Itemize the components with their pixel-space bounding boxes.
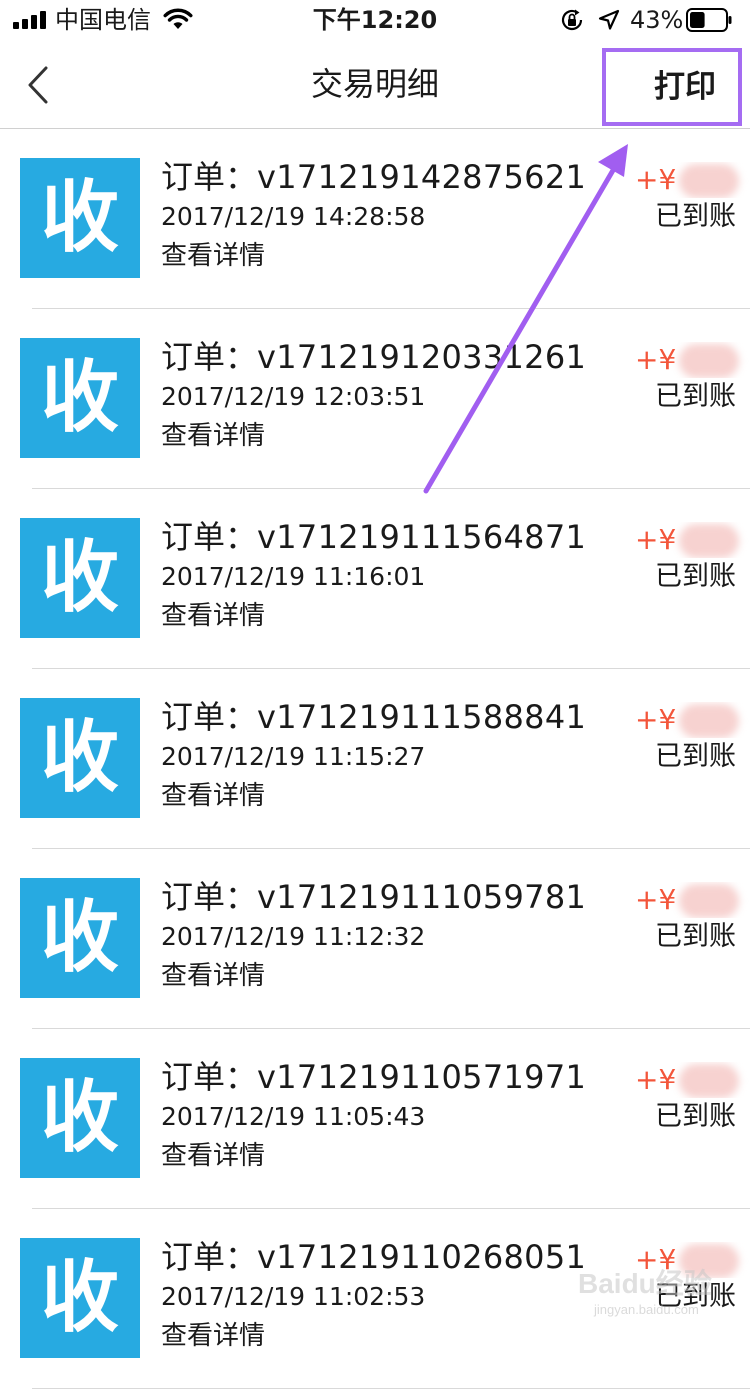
amount-prefix: +¥	[635, 883, 677, 916]
order-number: v171219110571971	[257, 1058, 587, 1096]
watermark-url: jingyan.baidu.com	[594, 1302, 699, 1317]
transaction-status: 已到账	[655, 921, 736, 952]
transaction-time: 2017/12/19 11:12:32	[161, 922, 426, 951]
view-details-link[interactable]: 查看详情	[161, 1319, 265, 1353]
order-number: v171219111588841	[257, 698, 587, 736]
transaction-row[interactable]: 收订单：v171219142875621 2017/12/19 14:28:58 查…	[0, 129, 750, 309]
transaction-status: 已到账	[655, 561, 736, 592]
order-line: 订单：v171219110268051	[161, 1237, 586, 1277]
view-details-link[interactable]: 查看详情	[161, 419, 265, 453]
amount-prefix: +¥	[635, 1063, 677, 1096]
order-label: 订单：	[161, 158, 258, 196]
rotation-lock-icon	[561, 9, 583, 31]
order-line: 订单：v171219111588841	[161, 697, 586, 737]
transaction-row[interactable]: 收订单：v171219111588841 2017/12/19 11:15:27 查…	[0, 669, 750, 849]
transaction-amount: +¥	[635, 162, 750, 198]
view-details-link[interactable]: 查看详情	[161, 779, 265, 813]
transaction-row[interactable]: 收订单：v171219111564871 2017/12/19 11:16:01 查…	[0, 489, 750, 669]
order-label: 订单：	[161, 1238, 258, 1276]
transaction-amount: +¥	[635, 702, 750, 738]
amount-blur-mask	[679, 164, 739, 198]
amount-prefix: +¥	[635, 343, 677, 376]
order-number: v171219142875621	[257, 158, 587, 196]
order-label: 订单：	[161, 518, 258, 556]
receive-icon: 收	[20, 1058, 140, 1178]
nav-bar: 交易明细 打印	[0, 40, 750, 129]
amount-blur-mask	[679, 704, 739, 738]
transaction-row[interactable]: 收订单：v171219120331261 2017/12/19 12:03:51 查…	[0, 309, 750, 489]
order-label: 订单：	[161, 878, 258, 916]
transaction-status: 已到账	[655, 381, 736, 412]
order-label: 订单：	[161, 1058, 258, 1096]
transaction-status: 已到账	[655, 1101, 736, 1132]
watermark: Baidu经验 jingyan.baidu.com	[568, 1262, 744, 1326]
transaction-list: 收订单：v171219142875621 2017/12/19 14:28:58 查…	[0, 129, 750, 1389]
order-line: 订单：v171219111059781	[161, 877, 586, 917]
receive-icon: 收	[20, 1238, 140, 1358]
order-label: 订单：	[161, 338, 258, 376]
transaction-row[interactable]: 收订单：v171219111059781 2017/12/19 11:12:32 查…	[0, 849, 750, 1029]
transaction-amount: +¥	[635, 882, 750, 918]
receive-icon: 收	[20, 158, 140, 278]
battery-icon	[686, 8, 732, 32]
transaction-status: 已到账	[655, 201, 736, 232]
battery-percent: 43%	[630, 6, 684, 34]
amount-blur-mask	[679, 344, 739, 378]
order-number: v171219111059781	[257, 878, 587, 916]
receive-icon: 收	[20, 878, 140, 998]
order-number: v171219120331261	[257, 338, 587, 376]
receive-icon: 收	[20, 518, 140, 638]
order-line: 订单：v171219110571971	[161, 1057, 586, 1097]
transaction-time: 2017/12/19 14:28:58	[161, 202, 426, 231]
transaction-time: 2017/12/19 12:03:51	[161, 382, 426, 411]
transaction-time: 2017/12/19 11:05:43	[161, 1102, 426, 1131]
amount-blur-mask	[679, 524, 739, 558]
order-number: v171219110268051	[257, 1238, 587, 1276]
view-details-link[interactable]: 查看详情	[161, 239, 265, 273]
receive-icon: 收	[20, 338, 140, 458]
transaction-time: 2017/12/19 11:15:27	[161, 742, 426, 771]
amount-blur-mask	[679, 1064, 739, 1098]
amount-prefix: +¥	[635, 163, 677, 196]
transaction-time: 2017/12/19 11:02:53	[161, 1282, 426, 1311]
order-number: v171219111564871	[257, 518, 587, 556]
location-icon	[598, 9, 620, 30]
transaction-amount: +¥	[635, 522, 750, 558]
order-label: 订单：	[161, 698, 258, 736]
order-line: 订单：v171219142875621	[161, 157, 586, 197]
view-details-link[interactable]: 查看详情	[161, 599, 265, 633]
transaction-time: 2017/12/19 11:16:01	[161, 562, 426, 591]
amount-blur-mask	[679, 884, 739, 918]
amount-prefix: +¥	[635, 703, 677, 736]
status-bar: 中国电信 下午12:20 43%	[0, 0, 750, 40]
view-details-link[interactable]: 查看详情	[161, 959, 265, 993]
transaction-amount: +¥	[635, 1062, 750, 1098]
transaction-status: 已到账	[655, 741, 736, 772]
order-line: 订单：v171219111564871	[161, 517, 586, 557]
transaction-amount: +¥	[635, 342, 750, 378]
order-line: 订单：v171219120331261	[161, 337, 586, 377]
print-button[interactable]: 打印	[602, 48, 742, 126]
receive-icon: 收	[20, 698, 140, 818]
watermark-brand: Baidu经验	[578, 1268, 712, 1299]
view-details-link[interactable]: 查看详情	[161, 1139, 265, 1173]
amount-prefix: +¥	[635, 523, 677, 556]
transaction-row[interactable]: 收订单：v171219110571971 2017/12/19 11:05:43 查…	[0, 1029, 750, 1209]
